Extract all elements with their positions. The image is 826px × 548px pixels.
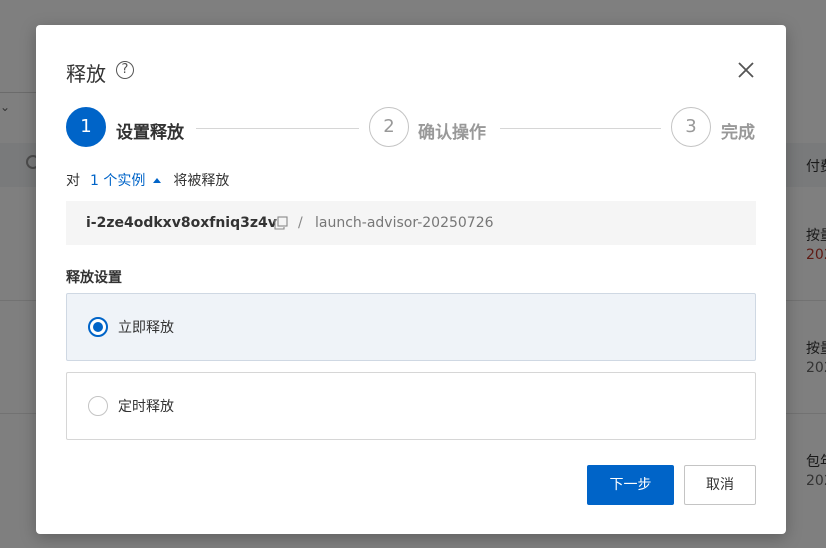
instance-count-link[interactable]: 1 个实例 bbox=[90, 173, 162, 189]
step-1-circle: 1 bbox=[66, 107, 106, 147]
instance-name: launch-advisor-20250726 bbox=[315, 215, 494, 231]
radio-unchecked-icon[interactable] bbox=[88, 396, 108, 416]
release-summary: 对 1 个实例 将被释放 bbox=[66, 170, 229, 190]
next-button[interactable]: 下一步 bbox=[587, 465, 674, 505]
option-label: 立即释放 bbox=[118, 320, 174, 336]
step-3-circle: 3 bbox=[671, 107, 711, 147]
section-title: 释放设置 bbox=[66, 270, 122, 286]
summary-suffix: 将被释放 bbox=[173, 173, 230, 189]
copy-icon[interactable] bbox=[274, 216, 288, 230]
step-3-label: 完成 bbox=[721, 123, 755, 143]
separator: / bbox=[298, 215, 303, 231]
instance-count-text: 1 个实例 bbox=[90, 173, 146, 189]
summary-prefix: 对 bbox=[66, 173, 80, 189]
dialog-title: 释放 bbox=[66, 62, 106, 86]
option-scheduled-release[interactable]: 定时释放 bbox=[66, 372, 756, 440]
cancel-button[interactable]: 取消 bbox=[684, 465, 756, 505]
step-1-label: 设置释放 bbox=[116, 123, 184, 143]
release-dialog: 释放 ? 1 设置释放 2 确认操作 3 完成 对 1 个实例 将被释放 i-2ze… bbox=[36, 25, 786, 534]
radio-checked-icon[interactable] bbox=[88, 317, 108, 337]
option-label: 定时释放 bbox=[118, 399, 174, 415]
instance-id: i-2ze4odkxv8oxfniq3z4v bbox=[86, 215, 277, 231]
step-2-circle: 2 bbox=[369, 107, 409, 147]
step-2-label: 确认操作 bbox=[418, 123, 486, 143]
question-circle-icon[interactable]: ? bbox=[116, 61, 134, 79]
instance-list-item: i-2ze4odkxv8oxfniq3z4v / launch-advisor-… bbox=[66, 201, 756, 245]
close-icon[interactable] bbox=[736, 60, 756, 80]
caret-up-icon bbox=[153, 178, 162, 183]
step-connector bbox=[196, 128, 359, 129]
step-connector bbox=[500, 128, 661, 129]
option-release-now[interactable]: 立即释放 bbox=[66, 293, 756, 361]
